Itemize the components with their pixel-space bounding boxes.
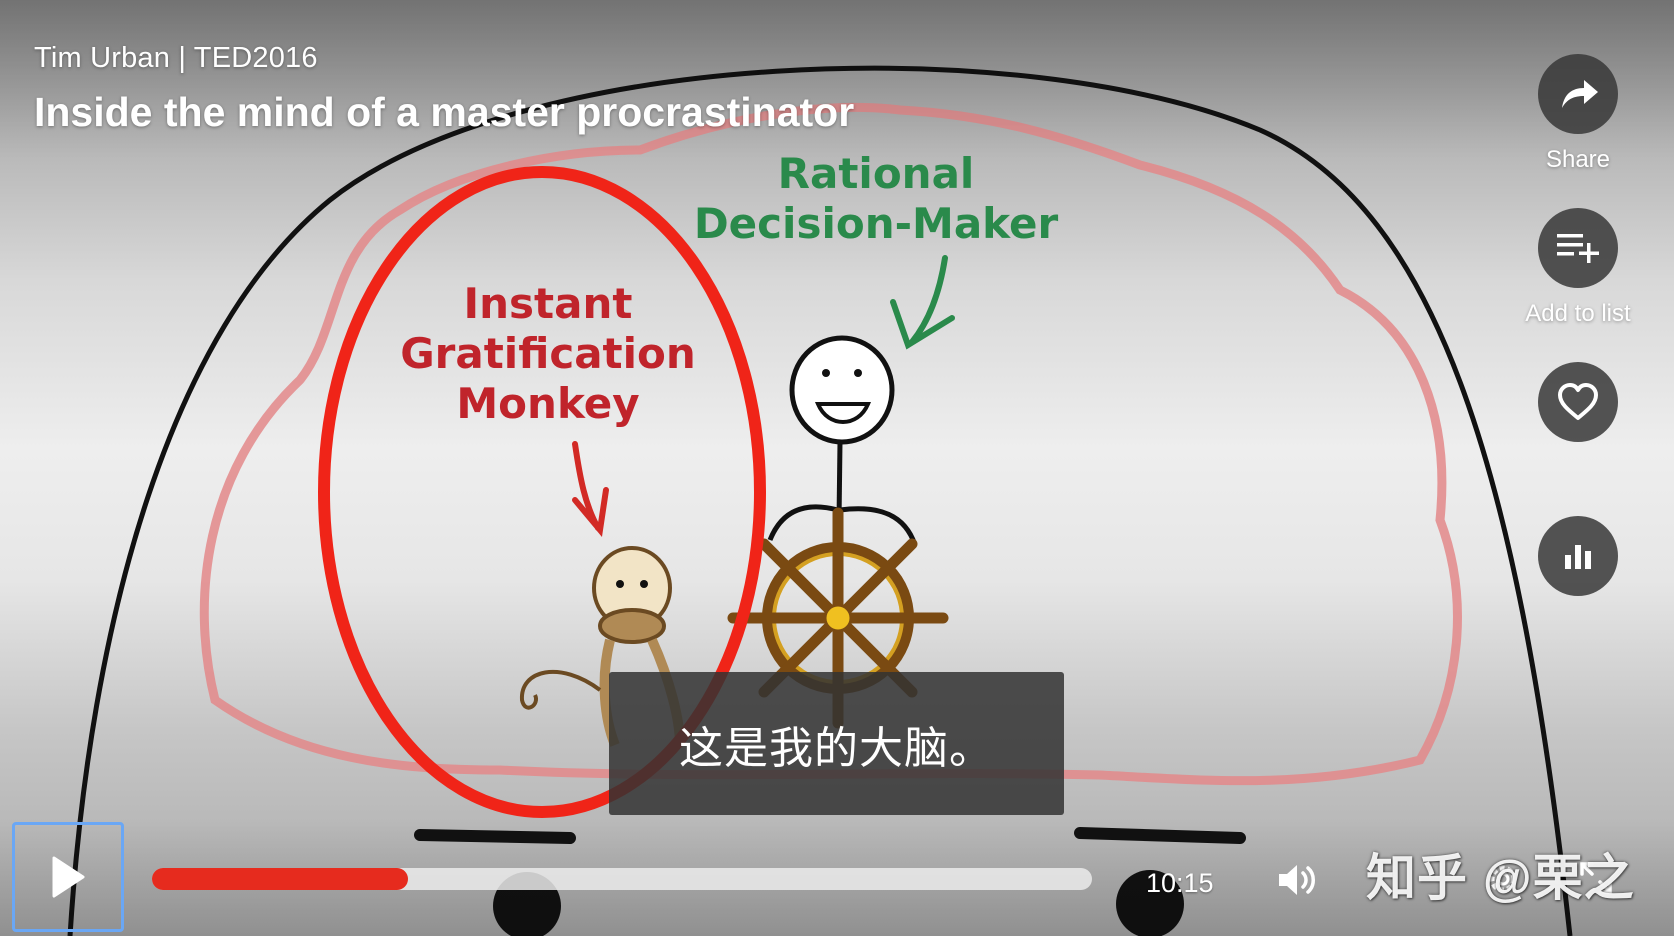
stats-button[interactable]	[1538, 516, 1618, 596]
subtitle-box: 这是我的大脑。	[609, 672, 1064, 815]
share-label: Share	[1545, 146, 1611, 173]
share-button[interactable]	[1538, 54, 1618, 134]
like-button[interactable]	[1538, 362, 1618, 442]
playlist-add-icon	[1557, 234, 1599, 263]
like-action[interactable]	[1508, 362, 1648, 516]
share-action[interactable]: Share	[1508, 54, 1648, 208]
monkey-label-line2: Gratification	[400, 329, 696, 378]
red-arrow	[572, 441, 609, 538]
play-icon	[52, 856, 85, 898]
rational-label-line2: Decision-Maker	[694, 199, 1059, 248]
add-to-list-action[interactable]: Add to list	[1508, 208, 1648, 362]
monkey-label-line1: Instant	[464, 279, 633, 328]
video-title[interactable]: Inside the mind of a master procrastinat…	[34, 89, 854, 136]
share-icon	[1562, 80, 1598, 108]
progress-bar[interactable]	[152, 868, 1092, 890]
time-display: 10:15	[1146, 868, 1214, 898]
speaker-event: Tim Urban | TED2016	[34, 42, 318, 74]
watermark: 知乎 @栗之	[1366, 850, 1635, 906]
play-button[interactable]	[12, 822, 124, 932]
side-actions: Share Add to list	[1508, 54, 1648, 670]
volume-icon[interactable]	[1276, 860, 1320, 900]
subtitle-text: 这是我的大脑。	[679, 723, 994, 773]
add-to-list-button[interactable]	[1538, 208, 1618, 288]
video-player[interactable]: Rational Decision-Maker Instant Gratific…	[0, 0, 1674, 936]
monkey-label-line3: Monkey	[456, 379, 639, 428]
video-meta: Tim Urban | TED2016 Inside the mind of a…	[34, 42, 854, 136]
stick-figure-head	[789, 335, 895, 445]
stats-action[interactable]	[1508, 516, 1648, 670]
bar-chart-icon	[1565, 545, 1591, 569]
green-arrow	[890, 255, 955, 350]
heart-icon	[1558, 383, 1598, 420]
progress-fill	[152, 868, 408, 890]
add-to-list-label: Add to list	[1525, 300, 1631, 327]
